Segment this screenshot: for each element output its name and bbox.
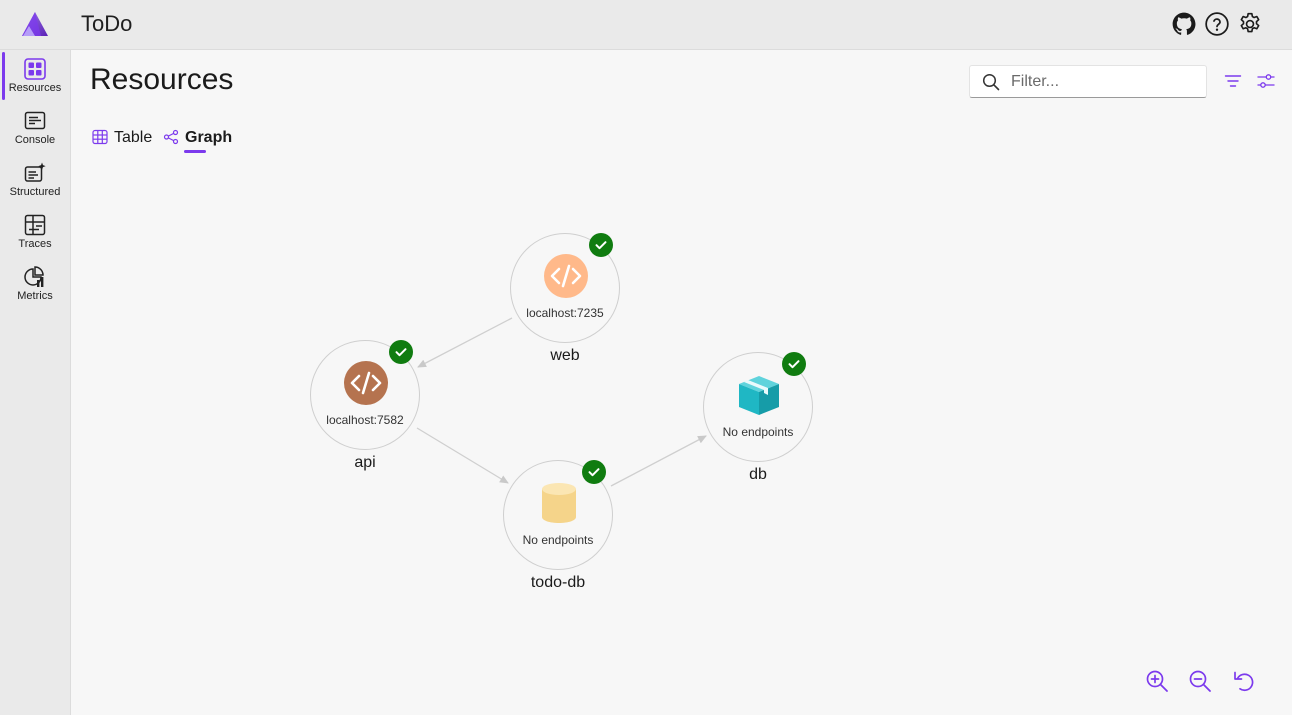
top-bar: ToDo — [0, 0, 1292, 50]
tab-label: Graph — [185, 129, 233, 146]
node-name: todo-db — [530, 574, 586, 591]
node-endpoint: No endpoints — [522, 533, 594, 547]
code-icon — [544, 254, 588, 298]
zoom-in-icon[interactable] — [1145, 669, 1169, 693]
sidebar: Resources Console Structured Traces Metr… — [0, 50, 71, 715]
filter-icon[interactable] — [1224, 72, 1242, 90]
tab-label: Table — [114, 129, 153, 146]
metrics-icon — [24, 266, 44, 287]
node-endpoint: localhost:7582 — [326, 413, 404, 427]
sidebar-item-structured[interactable]: Structured — [0, 156, 70, 206]
help-icon[interactable] — [1204, 11, 1230, 37]
database-icon — [542, 483, 576, 523]
gear-icon[interactable] — [1237, 11, 1263, 37]
sidebar-item-metrics[interactable]: Metrics — [0, 260, 70, 310]
graph-icon — [163, 129, 179, 145]
filter-input[interactable] — [1011, 72, 1191, 92]
search-icon — [982, 73, 1000, 91]
grid-icon — [24, 58, 46, 80]
sidebar-item-resources[interactable]: Resources — [0, 52, 70, 102]
filter-box — [969, 65, 1207, 98]
traces-icon — [24, 214, 46, 236]
node-endpoint: No endpoints — [722, 425, 794, 439]
zoom-out-icon[interactable] — [1188, 669, 1212, 693]
status-check-icon — [389, 340, 413, 364]
sidebar-item-label: Resources — [8, 82, 62, 94]
node-name: db — [749, 466, 767, 483]
node-endpoint: localhost:7235 — [526, 306, 604, 320]
tab-table[interactable]: Table — [92, 128, 162, 154]
table-icon — [92, 129, 108, 145]
status-check-icon — [782, 352, 806, 376]
sidebar-item-label: Structured — [9, 186, 61, 198]
active-tab-indicator — [184, 150, 206, 153]
options-sliders-icon[interactable] — [1257, 72, 1275, 90]
sidebar-item-traces[interactable]: Traces — [0, 208, 70, 258]
sidebar-item-console[interactable]: Console — [0, 104, 70, 154]
app-title: ToDo — [81, 11, 133, 36]
code-icon — [344, 361, 388, 405]
sidebar-item-label: Console — [14, 134, 56, 146]
node-name: api — [354, 454, 376, 471]
page-title: Resources — [90, 63, 234, 96]
node-name: web — [550, 347, 580, 364]
status-check-icon — [582, 460, 606, 484]
edge-api-todo-db — [416, 427, 509, 484]
status-check-icon — [589, 233, 613, 257]
package-icon — [739, 376, 779, 415]
sidebar-item-label: Metrics — [17, 290, 53, 302]
edge-todo-db-db — [610, 435, 707, 487]
reset-icon[interactable] — [1232, 669, 1256, 693]
sidebar-item-label: Traces — [18, 238, 52, 250]
edge-web-api — [417, 317, 513, 368]
graph-edges — [416, 317, 707, 487]
app-logo-icon[interactable] — [20, 10, 50, 38]
console-icon — [24, 111, 46, 130]
github-icon[interactable] — [1171, 11, 1197, 37]
structured-logs-icon — [24, 162, 46, 182]
